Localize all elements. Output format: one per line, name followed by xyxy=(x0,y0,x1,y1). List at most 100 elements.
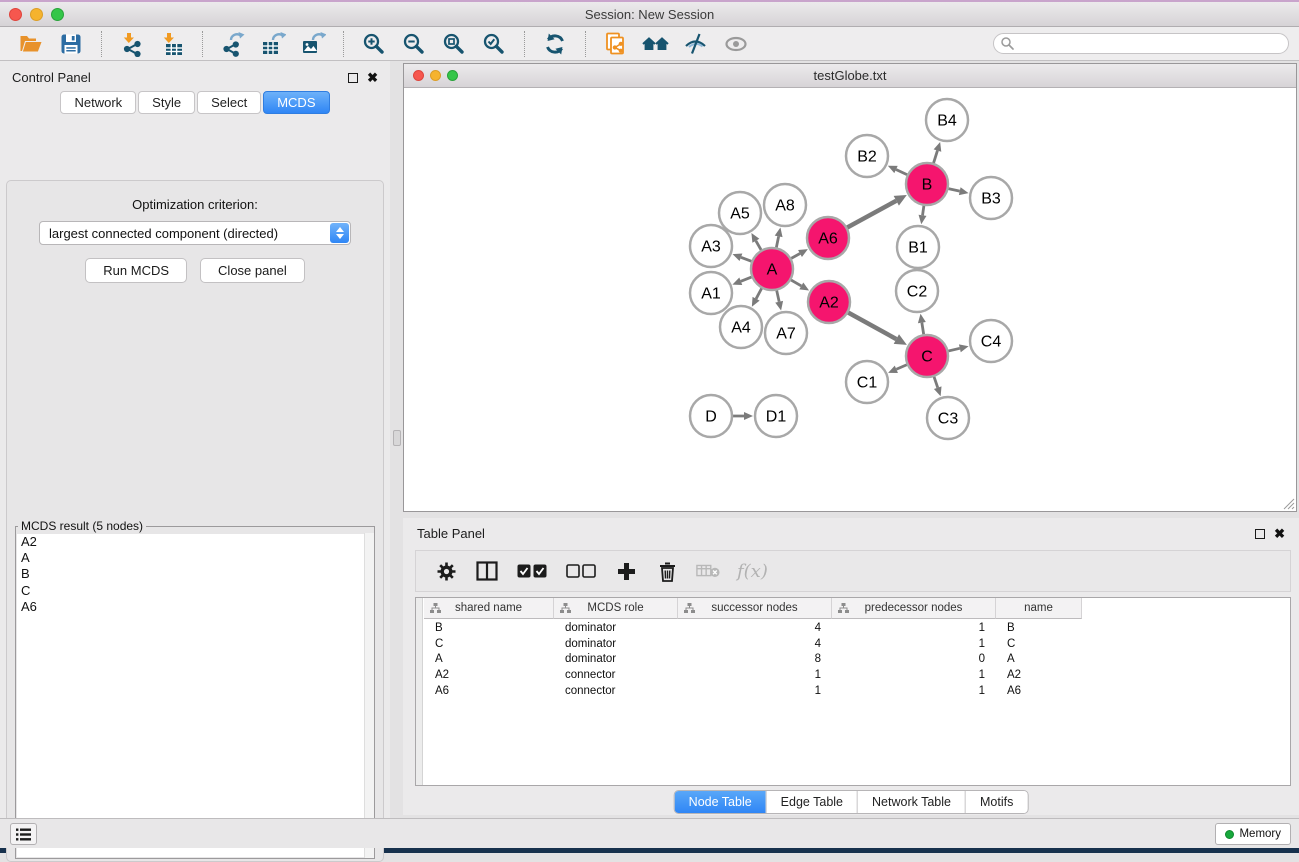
zoom-in-icon[interactable] xyxy=(354,29,394,59)
tab-network-table[interactable]: Network Table xyxy=(857,791,965,813)
network-window: testGlobe.txt B4B2BB3A8A5A6A3B1AC2A1A2A4… xyxy=(403,63,1297,512)
hide-selected-icon[interactable] xyxy=(676,29,716,59)
svg-text:A8: A8 xyxy=(775,198,795,215)
graph-node-A[interactable]: A xyxy=(751,248,793,290)
svg-text:A3: A3 xyxy=(701,239,721,256)
graph-node-A2[interactable]: A2 xyxy=(808,281,850,323)
tab-style[interactable]: Style xyxy=(138,91,195,114)
graph-node-A8[interactable]: A8 xyxy=(764,184,806,226)
svg-text:B2: B2 xyxy=(857,149,877,166)
list-item[interactable]: A6 xyxy=(17,599,373,615)
zoom-out-icon[interactable] xyxy=(394,29,434,59)
table-panel-close-button[interactable]: ✖ xyxy=(1274,529,1285,539)
import-table-icon[interactable] xyxy=(152,29,192,59)
table-cell: B xyxy=(996,622,1082,634)
create-column-icon[interactable] xyxy=(614,559,638,583)
graph-node-A4[interactable]: A4 xyxy=(720,306,762,348)
graph-node-D[interactable]: D xyxy=(690,395,732,437)
new-network-from-selection-icon[interactable] xyxy=(596,29,636,59)
tab-mcds[interactable]: MCDS xyxy=(263,91,329,114)
table-panel-float-button[interactable] xyxy=(1255,529,1265,539)
graph-node-B4[interactable]: B4 xyxy=(926,99,968,141)
optimization-criterion-select[interactable]: largest connected component (directed) xyxy=(39,221,351,245)
mcds-result-scrollbar[interactable] xyxy=(364,533,374,858)
zoom-selected-icon[interactable] xyxy=(474,29,514,59)
import-network-icon[interactable] xyxy=(112,29,152,59)
svg-text:B4: B4 xyxy=(937,113,957,130)
delete-table-icon[interactable] xyxy=(696,559,720,583)
table-toolbar: f(x) xyxy=(415,550,1291,592)
edge-arrowhead xyxy=(934,142,942,152)
export-image-icon[interactable] xyxy=(293,29,333,59)
svg-text:A5: A5 xyxy=(730,206,750,223)
delete-column-trash-icon[interactable] xyxy=(655,559,679,583)
column-header[interactable]: predecessor nodes xyxy=(832,598,996,619)
svg-text:A6: A6 xyxy=(818,231,838,248)
table-row[interactable]: Bdominator41B xyxy=(424,620,1290,636)
zoom-fit-icon[interactable] xyxy=(434,29,474,59)
graph-node-B3[interactable]: B3 xyxy=(970,177,1012,219)
table-row[interactable]: Adominator80A xyxy=(424,651,1290,667)
select-all-columns-icon[interactable] xyxy=(516,559,548,583)
graph-node-B[interactable]: B xyxy=(906,163,948,205)
graph-node-A5[interactable]: A5 xyxy=(719,192,761,234)
list-item[interactable]: B xyxy=(17,566,373,582)
graph-node-A7[interactable]: A7 xyxy=(765,312,807,354)
show-column-panel-icon[interactable] xyxy=(475,559,499,583)
graph-node-A3[interactable]: A3 xyxy=(690,225,732,267)
close-panel-button[interactable]: Close panel xyxy=(200,258,305,283)
control-panel-float-button[interactable] xyxy=(348,73,358,83)
save-session-icon[interactable] xyxy=(51,29,91,59)
graph-node-C4[interactable]: C4 xyxy=(970,320,1012,362)
open-session-icon[interactable] xyxy=(11,29,51,59)
optimization-criterion-label: Optimization criterion: xyxy=(7,197,383,212)
table-row[interactable]: A6connector11A6 xyxy=(424,683,1290,699)
svg-text:A: A xyxy=(767,262,778,279)
resize-grip-icon[interactable] xyxy=(1282,497,1295,510)
column-header[interactable]: MCDS role xyxy=(554,598,678,619)
unselect-all-columns-icon[interactable] xyxy=(565,559,597,583)
run-mcds-button[interactable]: Run MCDS xyxy=(85,258,187,283)
status-bar: Memory xyxy=(0,818,1299,848)
show-all-icon[interactable] xyxy=(716,29,756,59)
export-table-icon[interactable] xyxy=(253,29,293,59)
table-settings-gear-icon[interactable] xyxy=(434,559,458,583)
search-input[interactable] xyxy=(993,33,1289,54)
graph-node-C[interactable]: C xyxy=(906,335,948,377)
graph-node-D1[interactable]: D1 xyxy=(755,395,797,437)
list-item[interactable]: A2 xyxy=(17,534,373,550)
export-network-icon[interactable] xyxy=(213,29,253,59)
graph-node-B2[interactable]: B2 xyxy=(846,135,888,177)
node-table[interactable]: shared nameMCDS rolesuccessor nodesprede… xyxy=(415,597,1291,786)
first-neighbors-icon[interactable] xyxy=(636,29,676,59)
memory-button[interactable]: Memory xyxy=(1215,823,1291,845)
graph-node-C1[interactable]: C1 xyxy=(846,361,888,403)
tab-node-table[interactable]: Node Table xyxy=(675,791,766,813)
tab-edge-table[interactable]: Edge Table xyxy=(766,791,857,813)
apply-layout-icon[interactable] xyxy=(535,29,575,59)
graph-node-A6[interactable]: A6 xyxy=(807,217,849,259)
column-header[interactable]: successor nodes xyxy=(678,598,832,619)
edge-arrowhead xyxy=(959,187,969,195)
graph-node-B1[interactable]: B1 xyxy=(897,226,939,268)
table-cell: dominator xyxy=(554,638,678,650)
graph-node-A1[interactable]: A1 xyxy=(690,272,732,314)
graph-node-C2[interactable]: C2 xyxy=(896,270,938,312)
table-row[interactable]: A2connector11A2 xyxy=(424,667,1290,683)
column-header[interactable]: shared name xyxy=(424,598,554,619)
panel-divider-handle[interactable] xyxy=(393,430,401,446)
control-panel-close-button[interactable]: ✖ xyxy=(367,73,378,83)
graph-node-C3[interactable]: C3 xyxy=(927,397,969,439)
table-row[interactable]: Cdominator41C xyxy=(424,636,1290,652)
tab-network[interactable]: Network xyxy=(60,91,136,114)
function-builder-icon[interactable]: f(x) xyxy=(737,561,768,582)
tab-select[interactable]: Select xyxy=(197,91,261,114)
list-item[interactable]: A xyxy=(17,550,373,566)
window-title: Session: New Session xyxy=(0,7,1299,22)
tab-motifs[interactable]: Motifs xyxy=(965,791,1027,813)
column-header[interactable]: name xyxy=(996,598,1082,619)
network-canvas[interactable]: B4 B2 B B3 A8 A5 A6 A3 B1 A C2 A1 A2 A4A7 C4 C C1 C3 D D1 xyxy=(404,88,1296,511)
panels-menu-button[interactable] xyxy=(10,823,37,845)
list-item[interactable]: C xyxy=(17,583,373,599)
svg-text:C4: C4 xyxy=(981,334,1002,351)
